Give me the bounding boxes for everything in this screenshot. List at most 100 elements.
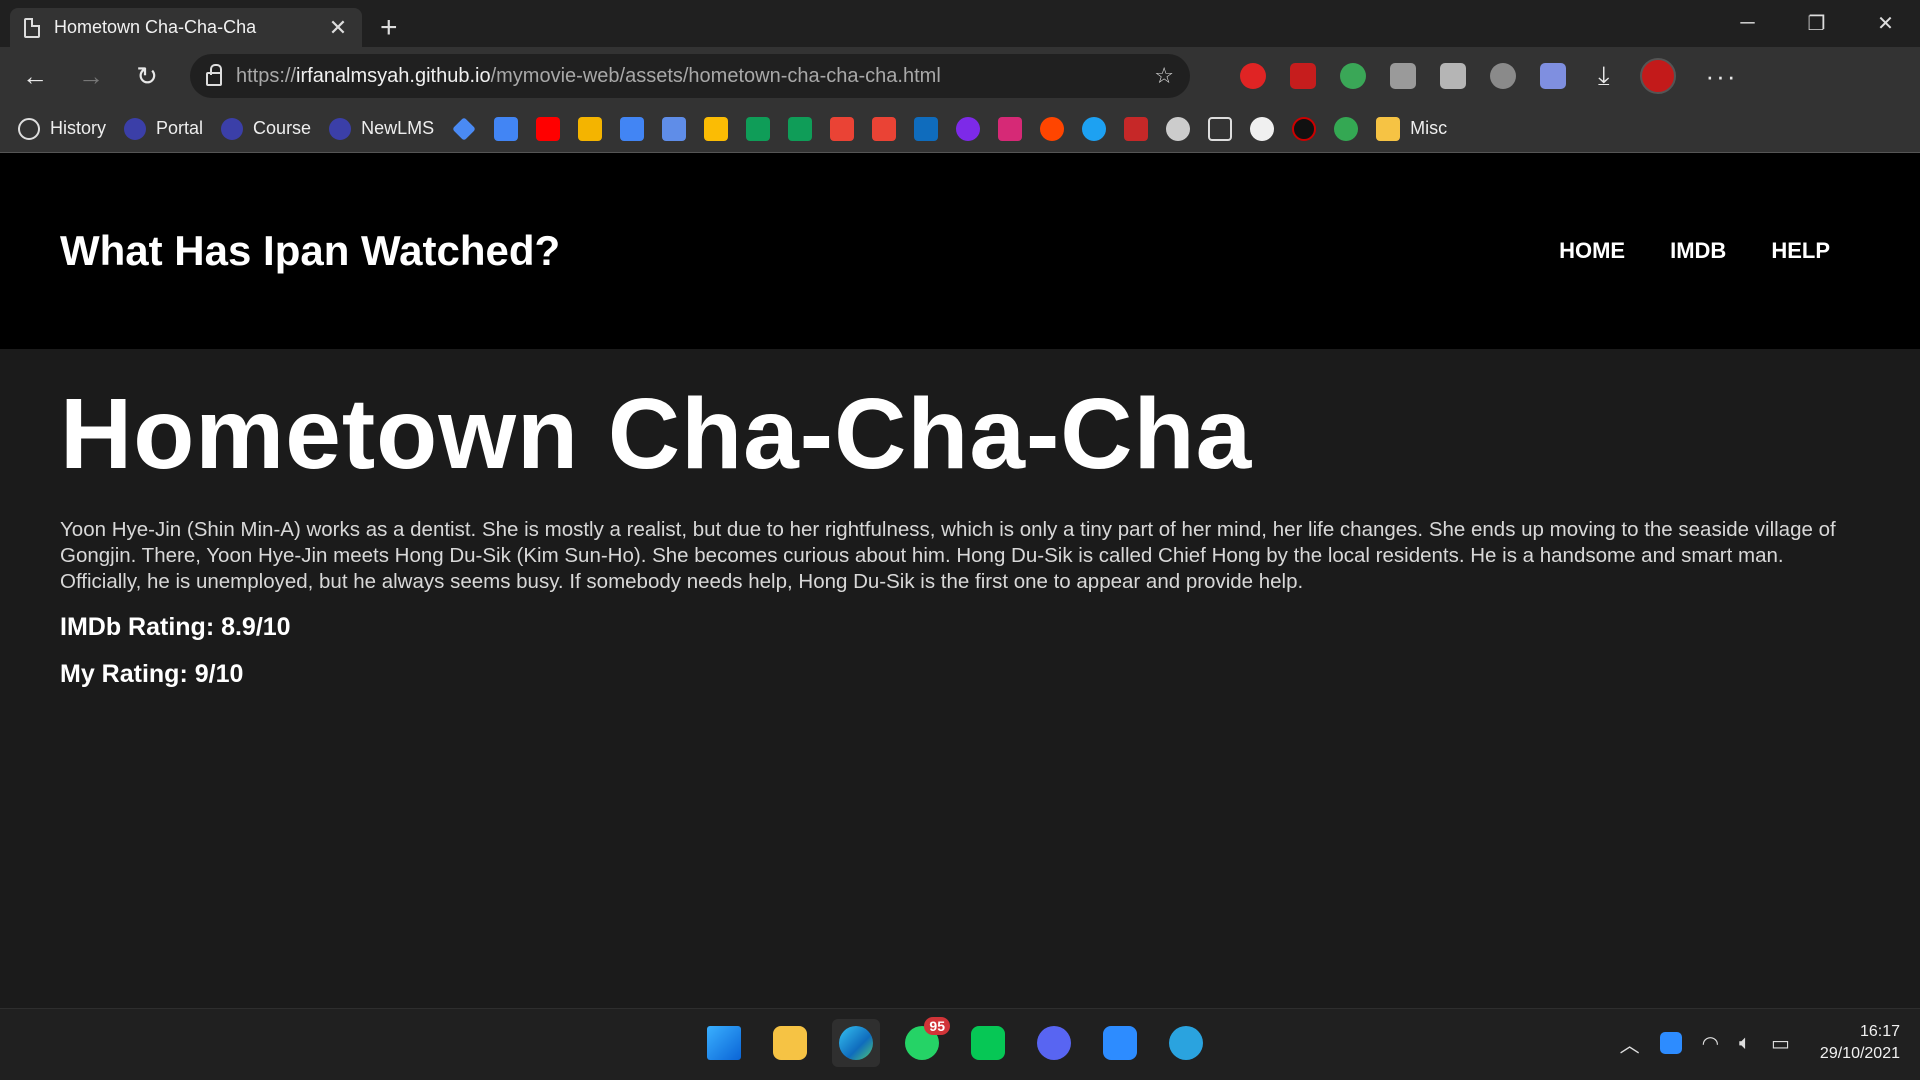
whatsapp-button[interactable]: 95 [898,1017,950,1067]
extension-icon[interactable] [1440,63,1466,89]
tv-icon[interactable] [1208,116,1233,141]
lock-icon[interactable] [206,64,222,86]
start-button[interactable] [700,1019,748,1067]
clock-date: 29/10/2021 [1819,1045,1900,1062]
wifi-icon[interactable]: ◠ [1702,1031,1719,1056]
extension-icon[interactable] [1390,63,1416,89]
imdb-rating: IMDb Rating: 8.9/10 [60,613,291,641]
line-button[interactable] [964,1019,1012,1067]
site-title[interactable]: What Has Ipan Watched? [60,227,560,275]
address-bar[interactable]: https://irfanalmsyah.github.io/mymovie-w… [190,54,1190,98]
bookmark-icon[interactable] [1292,116,1317,141]
profile-avatar[interactable] [1639,58,1676,94]
course-icon [221,117,244,140]
minimize-icon[interactable]: ─ [1713,0,1782,47]
edge-button[interactable] [832,1019,880,1067]
address-bar-row: ← → ↻ https://irfanalmsyah.github.io/mym… [0,47,1920,105]
drive-icon[interactable] [788,116,813,141]
movie-title: Hometown Cha-Cha-Cha [60,378,1253,490]
page-icon [24,17,40,38]
outlook-icon[interactable] [914,116,939,141]
drive-icon[interactable] [746,116,771,141]
classroom-icon[interactable] [578,116,603,141]
bookmarks-bar: History Portal Course NewLMS Misc [0,105,1920,153]
docs-icon[interactable] [494,116,519,141]
system-tray: ︿ ◠ 🔈︎ ▭ 16:17 29/10/2021 [1620,1021,1900,1065]
canva-icon[interactable] [956,116,981,141]
close-window-icon[interactable]: ✕ [1851,0,1920,47]
extension-icon[interactable] [1490,63,1516,89]
gmail-icon[interactable] [872,116,897,141]
clock-time: 16:17 [1859,1023,1900,1040]
toolbar-right: ⤓ ··· [1598,58,1737,94]
clock[interactable]: 16:17 29/10/2021 [1820,1021,1900,1065]
extension-icon[interactable] [1240,63,1266,89]
history-icon [18,117,40,140]
movie-synopsis: Yoon Hye-Jin (Shin Min-A) works as a den… [60,518,1836,593]
nav-home-link[interactable]: HOME [1559,238,1625,264]
nav-help-link[interactable]: HELP [1771,238,1830,264]
discord-icon [1037,1026,1071,1060]
tab-title: Hometown Cha-Cha-Cha [54,17,257,37]
bookmark-portal[interactable]: Portal [124,117,204,140]
zoom-tray-icon[interactable] [1659,1032,1682,1054]
windows-icon [707,1026,741,1060]
bookmark-history[interactable]: History [18,117,107,140]
bookmark-label: Misc [1410,118,1448,138]
back-icon[interactable]: ← [12,53,58,99]
url-text[interactable]: https://irfanalmsyah.github.io/mymovie-w… [236,65,1140,88]
new-tab-icon[interactable]: + [380,13,398,43]
browser-tab[interactable]: Hometown Cha-Cha-Cha ✕ [10,8,362,47]
bookmark-folder-misc[interactable]: Misc [1376,116,1448,141]
telegram-button[interactable] [1162,1019,1210,1067]
bookmark-icon[interactable] [452,116,476,141]
more-menu-icon[interactable]: ··· [1706,61,1738,92]
gmail-icon[interactable] [830,116,855,141]
volume-icon[interactable]: 🔈︎ [1739,1032,1751,1055]
reddit-icon[interactable] [1040,116,1065,141]
add-favorite-icon[interactable]: ☆ [1154,63,1174,89]
tab-strip: Hometown Cha-Cha-Cha ✕ + ─ ❐ ✕ [0,0,1920,47]
close-tab-icon[interactable]: ✕ [328,15,348,41]
nav-imdb-link[interactable]: IMDB [1670,238,1726,264]
portal-icon [124,117,147,140]
translate-icon[interactable] [662,116,687,141]
telegram-icon [1169,1026,1203,1060]
url-host: irfanalmsyah.github.io [296,64,491,87]
instagram-icon[interactable] [998,116,1023,141]
extension-icon[interactable] [1290,63,1316,89]
folder-icon [773,1026,807,1060]
browser-chrome: Hometown Cha-Cha-Cha ✕ + ─ ❐ ✕ ← → ↻ htt… [0,0,1920,153]
folder-icon [1376,116,1401,141]
my-rating: My Rating: 9/10 [60,660,244,688]
taskbar-apps: 95 [700,1017,1210,1067]
forward-icon[interactable]: → [68,53,114,99]
restore-icon[interactable]: ❐ [1782,0,1851,47]
bookmark-label: Portal [156,118,204,138]
keep-icon[interactable] [704,116,729,141]
bookmark-course[interactable]: Course [221,117,311,140]
taskbar: 95 ︿ ◠ 🔈︎ ▭ 16:17 29/10/2021 [0,1008,1920,1080]
extension-icon[interactable] [1340,63,1366,89]
zoom-icon [1103,1026,1137,1060]
file-explorer-button[interactable] [766,1019,814,1067]
chevron-up-icon[interactable]: ︿ [1620,1029,1640,1058]
github-icon[interactable] [1250,116,1275,141]
youtube-icon[interactable] [536,116,561,141]
download-icon[interactable]: ⤓ [1598,60,1610,92]
bookmark-newlms[interactable]: NewLMS [329,117,434,140]
discord-button[interactable] [1030,1019,1078,1067]
calendar-icon[interactable] [620,116,645,141]
refresh-icon[interactable]: ↻ [124,53,170,99]
bookmark-icon[interactable] [1166,116,1191,141]
bookmark-label: History [50,118,107,138]
site-header: What Has Ipan Watched? HOME IMDB HELP [0,153,1920,349]
edge-icon [839,1026,873,1060]
bookmark-icon[interactable] [1334,116,1359,141]
battery-icon[interactable]: ▭ [1771,1031,1790,1056]
extension-icon[interactable] [1540,63,1566,89]
zoom-button[interactable] [1096,1019,1144,1067]
newlms-icon [329,117,352,140]
bookmark-icon[interactable] [1124,116,1149,141]
twitter-icon[interactable] [1082,116,1107,141]
